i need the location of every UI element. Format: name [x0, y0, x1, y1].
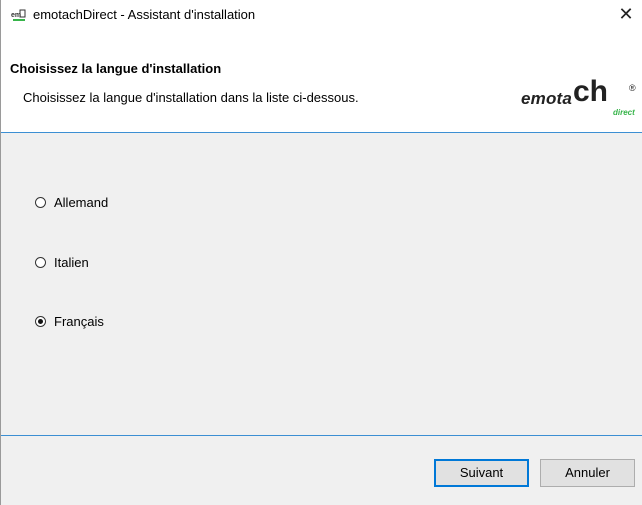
emotach-app-icon: em — [11, 9, 26, 21]
wizard-footer: Suivant Annuler — [1, 435, 642, 505]
cancel-button[interactable]: Annuler — [540, 459, 635, 487]
page-heading: Choisissez la langue d'installation — [10, 61, 222, 76]
registered-mark: ® — [629, 83, 636, 93]
logo-text-emota: emota — [521, 89, 573, 108]
language-selection-panel: Allemand Italien Français — [1, 133, 642, 435]
radio-label[interactable]: Allemand — [54, 195, 108, 210]
close-icon[interactable]: ✕ — [609, 0, 642, 30]
installer-window: em emotachDirect - Assistant d'installat… — [0, 0, 642, 505]
radio-label[interactable]: Italien — [54, 255, 89, 270]
window-title: emotachDirect - Assistant d'installation — [33, 7, 256, 22]
title-bar[interactable]: em emotachDirect - Assistant d'installat… — [1, 0, 642, 30]
logo-text-direct: direct — [613, 108, 635, 117]
emotach-logo: emota ch ® direct — [521, 75, 639, 119]
radio-button[interactable] — [35, 196, 46, 208]
page-subheading: Choisissez la langue d'installation dans… — [23, 90, 359, 105]
language-option-francais[interactable]: Français — [35, 312, 104, 330]
language-option-italien[interactable]: Italien — [35, 253, 89, 271]
radio-button[interactable] — [35, 256, 46, 268]
radio-button-selected[interactable] — [35, 315, 46, 327]
logo-text-ch: ch — [573, 75, 609, 108]
wizard-header: Choisissez la langue d'installation Choi… — [1, 30, 642, 133]
next-button[interactable]: Suivant — [434, 459, 529, 487]
language-option-allemand[interactable]: Allemand — [35, 193, 108, 211]
radio-label[interactable]: Français — [54, 314, 104, 329]
